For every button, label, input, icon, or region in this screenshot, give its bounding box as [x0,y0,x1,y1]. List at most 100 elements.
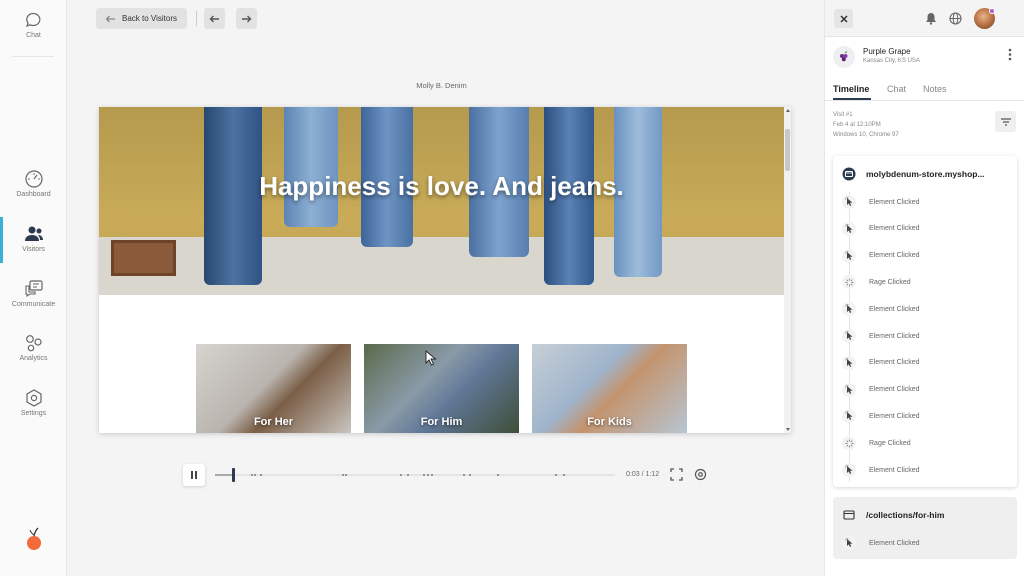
session-page-header[interactable]: molybdenum-store.myshop... [833,156,1017,192]
grape-icon [840,51,848,62]
playback-settings-icon[interactable] [694,468,707,481]
timeline-event-element-click[interactable]: Element Clicked [833,299,1017,319]
back-button-label: Back to Visitors [122,14,177,23]
timeline-event-rage-click[interactable]: Rage Clicked [833,433,1017,453]
rage-click-icon [845,278,853,287]
session-page-header[interactable]: /collections/for-him [833,497,1017,533]
sidebar-item-settings[interactable]: Settings [0,389,67,417]
hero-image-jeans [284,107,338,227]
sidebar-divider [12,56,54,57]
tab-timeline[interactable]: Timeline [833,84,869,94]
category-card-for-her[interactable]: For Her [196,344,351,433]
pause-button[interactable] [183,464,205,486]
playback-timeline[interactable] [215,468,615,482]
timeline-event-element-click[interactable]: Element Clicked [833,533,1017,553]
session-replay-viewport[interactable]: Happiness is love. And jeans. For Her Fo… [99,107,791,433]
sidebar-item-chat[interactable]: Chat [0,12,67,39]
mouse-cursor-icon [425,350,437,366]
visit-date: Feb 4 at 12:10PM [833,122,881,128]
hero-banner: Happiness is love. And jeans. [99,107,784,295]
next-session-button[interactable] [236,8,257,29]
event-icon [842,248,856,263]
timeline-event-element-click[interactable]: Element Clicked [833,326,1017,346]
tab-chat[interactable]: Chat [887,84,906,94]
event-marker [563,474,565,476]
arrow-left-icon [105,15,115,22]
click-cursor-icon [844,538,852,547]
event-label: Element Clicked [869,305,920,313]
event-marker [407,474,409,476]
scroll-down-arrow-icon[interactable] [786,428,790,431]
close-icon [839,14,848,23]
sidebar-item-analytics[interactable]: Analytics [0,334,67,362]
timeline-event-element-click[interactable]: Element Clicked [833,192,1017,212]
timeline-event-element-click[interactable]: Element Clicked [833,406,1017,426]
globe-icon[interactable] [949,12,962,25]
event-label: Element Clicked [869,332,920,340]
event-marker [345,474,347,476]
sidebar-item-label: Communicate [11,301,56,308]
bell-icon[interactable] [925,12,937,25]
event-marker [254,474,256,476]
event-label: Element Clicked [869,466,920,474]
sidebar-item-label: Visitors [22,246,45,253]
pause-icon [191,471,193,479]
filter-icon [1000,117,1011,126]
previous-session-button[interactable] [204,8,225,29]
event-icon [842,221,856,236]
timeline-event-element-click[interactable]: Element Clicked [833,460,1017,480]
event-marker [469,474,471,476]
sidebar-item-label: Settings [20,410,47,417]
sidebar-item-label: Dashboard [16,191,51,198]
close-panel-button[interactable] [834,9,853,28]
hero-image-rust-pipe [111,240,176,276]
sidebar-item-communicate[interactable]: Communicate [0,280,67,308]
event-label: Element Clicked [869,539,920,547]
back-to-visitors-button[interactable]: Back to Visitors [96,8,187,29]
sidebar-item-label: Analytics [19,355,48,362]
sidebar-item-visitors[interactable]: Visitors [0,217,67,263]
left-sidebar: Chat Dashboard Visitors Communicate Anal… [0,0,67,576]
event-icon [842,436,856,451]
timeline-event-element-click[interactable]: Element Clicked [833,219,1017,239]
toolbar-divider [196,11,197,26]
browser-window-icon [843,510,855,520]
category-label: For Kids [587,416,632,428]
event-label: Element Clicked [869,386,920,394]
event-icon [842,275,856,290]
more-options-icon[interactable] [1008,48,1012,61]
hero-heading: Happiness is love. And jeans. [259,171,624,201]
visitor-detail-panel: Purple Grape Kansas City, KS USA Timelin… [824,0,1024,576]
event-marker [555,474,557,476]
fullscreen-icon[interactable] [670,468,683,481]
event-icon [842,536,856,550]
arrow-right-icon [242,15,252,22]
event-label: Element Clicked [869,359,920,367]
replay-scrollbar[interactable] [784,107,791,433]
timeline-event-rage-click[interactable]: Rage Clicked [833,272,1017,292]
timeline-event-element-click[interactable]: Element Clicked [833,353,1017,373]
session-page-url: /collections/for-him [866,510,945,520]
visitor-location: Kansas City, KS USA [863,58,920,64]
event-icon [842,409,856,424]
timeline-event-element-click[interactable]: Element Clicked [833,380,1017,400]
scrollbar-thumb[interactable] [785,129,790,171]
scroll-up-arrow-icon[interactable] [786,109,790,112]
sidebar-item-dashboard[interactable]: Dashboard [0,170,67,198]
click-cursor-icon [844,384,852,394]
browser-window-icon [842,167,856,181]
category-card-for-kids[interactable]: For Kids [532,344,687,433]
playhead[interactable] [232,468,235,482]
filter-button[interactable] [995,111,1016,132]
event-marker [497,474,499,476]
event-label: Element Clicked [869,225,920,233]
tab-notes[interactable]: Notes [923,84,947,94]
click-cursor-icon [844,250,852,260]
event-label: Rage Clicked [869,278,911,286]
event-marker [251,474,253,476]
event-icon [842,382,856,397]
timeline-event-element-click[interactable]: Element Clicked [833,246,1017,266]
panel-header [825,0,1024,37]
category-card-for-him[interactable]: For Him [364,344,519,433]
session-page-url: molybdenum-store.myshop... [866,169,985,179]
